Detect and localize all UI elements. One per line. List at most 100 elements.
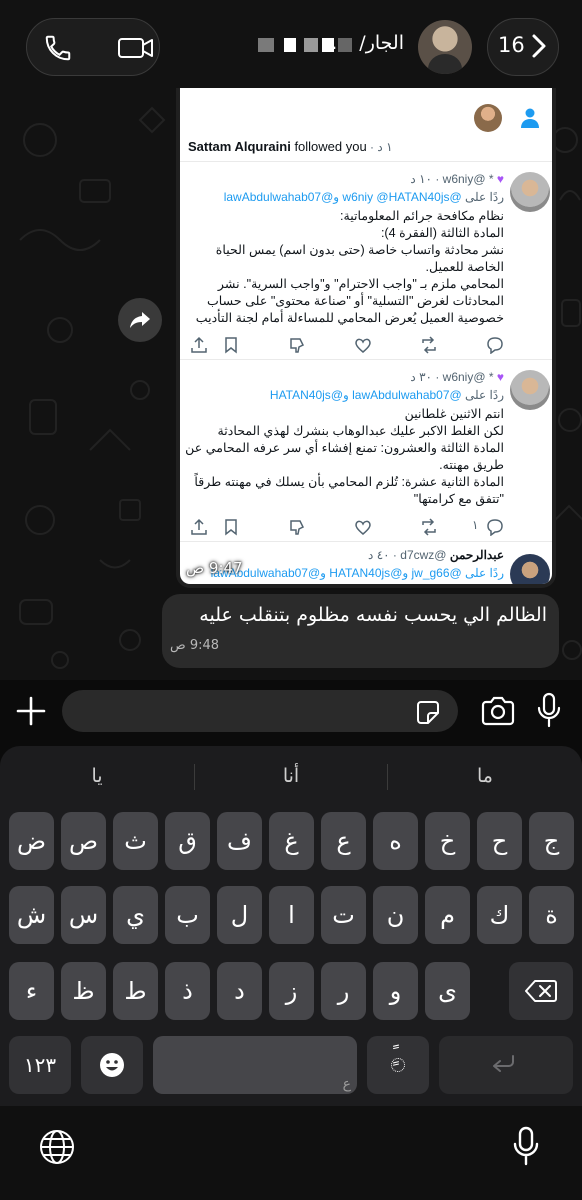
microphone-icon[interactable] — [534, 692, 564, 728]
chevron-right-icon — [532, 34, 546, 58]
key[interactable]: ض — [9, 812, 54, 870]
retweet-icon — [422, 518, 436, 536]
tweet: ♥ * @w6niy · ١٠ د ردًا على @w6niy @HATAN… — [180, 164, 552, 360]
tweet-actions: ١ — [190, 518, 510, 538]
reply-icon — [487, 337, 503, 354]
contact-name[interactable]: الجار/ ه‌... — [325, 32, 404, 54]
camera-icon[interactable] — [480, 695, 516, 727]
backspace-key[interactable] — [509, 962, 573, 1020]
key[interactable]: ش — [9, 886, 54, 944]
tweet-header: ♥ * @w6niy · ١٠ د — [410, 172, 504, 186]
key[interactable]: ق — [165, 812, 210, 870]
twitter-screenshot: Sattam Alquraini followed you · ١ د ♥ * … — [180, 88, 552, 584]
share-icon — [191, 336, 207, 353]
key[interactable]: و — [373, 962, 418, 1020]
bookmark-icon — [225, 519, 237, 536]
like-icon — [355, 338, 371, 353]
key[interactable]: ج — [529, 812, 574, 870]
suggestion-3[interactable]: ما — [388, 754, 582, 798]
key[interactable]: ب — [165, 886, 210, 944]
purple-heart-icon: ♥ — [496, 370, 504, 384]
sticker-icon[interactable] — [414, 699, 442, 725]
key[interactable]: ا — [269, 886, 314, 944]
key[interactable]: ر — [321, 962, 366, 1020]
message-time: 9:48 ص — [170, 638, 220, 653]
redacted-area — [284, 38, 296, 52]
numbers-key[interactable]: ١٢٣ — [9, 1036, 71, 1094]
dislike-icon — [290, 338, 305, 353]
purple-heart-icon: ♥ — [496, 172, 504, 186]
key[interactable]: م — [425, 886, 470, 944]
key[interactable]: ذ — [165, 962, 210, 1020]
key[interactable]: ت — [321, 886, 366, 944]
suggestion-1[interactable]: يا — [0, 754, 194, 798]
emoji-key[interactable] — [81, 1036, 143, 1094]
tweet-body: نظام مكافحة جرائم المعلوماتية: المادة ال… — [195, 209, 504, 325]
tweet: ♥ * @w6niy · ٣٠ د ردًا على @lawAbdulwaha… — [180, 362, 552, 542]
key[interactable]: ه — [373, 812, 418, 870]
video-call-button[interactable] — [114, 28, 158, 68]
share-icon — [191, 518, 207, 535]
unread-count: 16 — [498, 33, 525, 57]
key[interactable]: ي — [113, 886, 158, 944]
redacted-area — [338, 38, 352, 52]
image-message[interactable]: Sattam Alquraini followed you · ١ د ♥ * … — [176, 88, 556, 588]
follow-label: followed you — [290, 139, 367, 154]
suggestion-2[interactable]: أنا — [195, 754, 387, 798]
redacted-area — [258, 38, 274, 52]
key[interactable]: ع — [321, 812, 366, 870]
key[interactable]: ن — [373, 886, 418, 944]
return-key[interactable] — [439, 1036, 573, 1094]
key[interactable]: ل — [217, 886, 262, 944]
arabic-keyboard: يا أنا ما ض ص ث ق ف غ ع ه خ ح ج ش س ي ب … — [0, 746, 582, 1200]
bookmark-icon — [225, 337, 237, 354]
space-key[interactable]: ع — [153, 1036, 357, 1094]
contact-avatar[interactable] — [418, 20, 472, 74]
whatsapp-chat-screen: الجار/ ه‌... 16 Sattam A — [0, 0, 582, 1200]
message-input[interactable] — [62, 690, 458, 732]
globe-icon[interactable] — [38, 1128, 76, 1166]
key[interactable]: ظ — [61, 962, 106, 1020]
dotted-circle-icon — [391, 1058, 405, 1072]
tweet-header: عبدالرحمن @d7cwz · ٤٠ د — [368, 548, 504, 562]
follower-name: Sattam Alquraini — [188, 139, 291, 154]
key[interactable]: ف — [217, 812, 262, 870]
keyboard-bottom-bar — [0, 1106, 582, 1200]
chat-header: الجار/ ه‌... 16 — [0, 0, 582, 92]
retweet-icon — [422, 336, 436, 354]
reply-icon — [487, 519, 503, 536]
key[interactable]: ك — [477, 886, 522, 944]
redacted-area — [304, 38, 318, 52]
emoji-icon — [100, 1053, 124, 1077]
tweet-avatar — [510, 370, 550, 410]
person-icon — [521, 108, 539, 128]
phone-icon — [45, 35, 71, 61]
message-composer — [0, 680, 582, 746]
plus-icon[interactable] — [14, 694, 48, 728]
voice-call-button[interactable] — [38, 28, 78, 68]
backspace-icon — [525, 980, 557, 1002]
dislike-icon — [290, 520, 305, 535]
key[interactable]: ة — [529, 886, 574, 944]
tweet-reply-line: ردًا على @lawAbdulwahab07 و@HATAN40js — [269, 388, 504, 402]
key[interactable]: خ — [425, 812, 470, 870]
text-message[interactable]: الظالم الي يحسب نفسه مظلوم بتنقلب عليه 9… — [162, 594, 559, 668]
key[interactable]: ء — [9, 962, 54, 1020]
forward-arrow-icon — [130, 312, 150, 328]
key[interactable]: ص — [61, 812, 106, 870]
key[interactable]: ط — [113, 962, 158, 1020]
key[interactable]: ز — [269, 962, 314, 1020]
video-camera-icon — [118, 38, 153, 58]
key[interactable]: غ — [269, 812, 314, 870]
key[interactable]: د — [217, 962, 262, 1020]
key[interactable]: ى — [425, 962, 470, 1020]
key[interactable]: ث — [113, 812, 158, 870]
diacritics-key[interactable]: ًٍ — [367, 1036, 429, 1094]
dictation-microphone-icon[interactable] — [512, 1126, 540, 1166]
key[interactable]: س — [61, 886, 106, 944]
key[interactable]: ح — [477, 812, 522, 870]
redacted-area — [322, 38, 334, 52]
tweet-body: انتم الاثنين غلطانين لكن الغلط الاكبر عل… — [185, 407, 504, 506]
forward-button[interactable] — [118, 298, 162, 342]
tweet-reply-line: ردًا على @jw_g66 و@HATAN40js و@lawAbdulw… — [210, 566, 504, 580]
